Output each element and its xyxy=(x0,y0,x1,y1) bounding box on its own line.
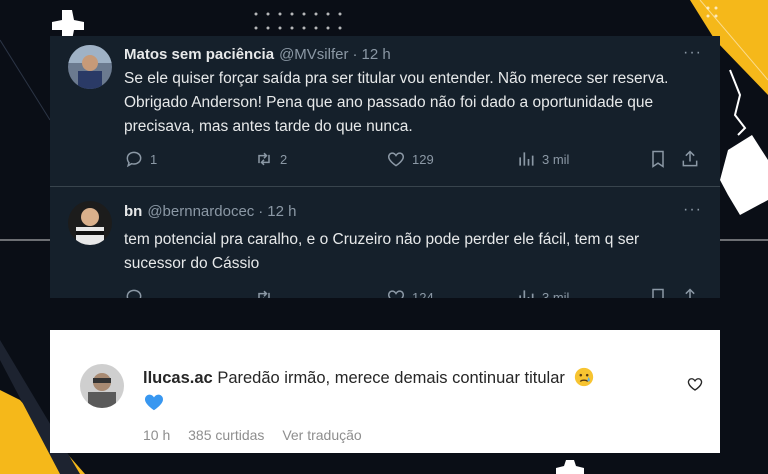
instagram-comment-card: llucas.ac Paredão irmão, merece demais c… xyxy=(50,330,720,453)
retweet-button[interactable]: 2 xyxy=(254,149,287,169)
like-count: 129 xyxy=(412,151,434,167)
plus-decor-right xyxy=(720,135,768,215)
tweet-text: Se ele quiser forçar saída pra ser titul… xyxy=(124,70,669,135)
like-button[interactable]: 129 xyxy=(386,149,434,169)
tweet-actions: 124 3 mil xyxy=(124,287,704,298)
tweets-card: Matos sem paciência @MVsilfer · 12 h ··· Se… xyxy=(50,36,720,298)
comment-text: Paredão irmão, merece demais continuar t… xyxy=(217,369,565,387)
reply-icon xyxy=(126,151,142,168)
heart-icon xyxy=(387,152,405,167)
tweet-header: Matos sem paciência @MVsilfer · 12 h xyxy=(124,45,391,65)
see-translation-link[interactable]: Ver tradução xyxy=(282,427,361,443)
tweet-text: tem potencial pra caralho, e o Cruzeiro … xyxy=(124,231,640,272)
heart-icon xyxy=(387,290,405,298)
display-name[interactable]: bn xyxy=(124,203,142,220)
avatar[interactable] xyxy=(68,201,112,245)
tweet-time[interactable]: 12 h xyxy=(267,203,296,220)
tweet-2[interactable]: bn @bernnardocec · 12 h ··· tem potencial p… xyxy=(50,187,720,298)
bookmark-icon xyxy=(652,288,664,298)
reply-button[interactable] xyxy=(124,287,144,298)
view-count: 3 mil xyxy=(542,151,570,167)
bookmark-button[interactable] xyxy=(648,149,668,169)
more-options-button[interactable]: ··· xyxy=(683,44,702,62)
display-name[interactable]: Matos sem paciência xyxy=(124,46,274,63)
views-icon xyxy=(519,152,534,166)
dots-decor xyxy=(254,6,718,30)
share-button[interactable] xyxy=(680,149,700,169)
tweet-time[interactable]: 12 h xyxy=(361,46,390,63)
user-handle[interactable]: @bernnardocec xyxy=(147,203,254,220)
avatar[interactable] xyxy=(68,45,112,89)
like-count: 124 xyxy=(412,289,434,299)
bookmark-icon xyxy=(652,150,664,168)
comment-likes[interactable]: 385 curtidas xyxy=(188,427,264,443)
sad-face-emoji-icon xyxy=(574,367,593,387)
share-icon xyxy=(685,288,695,298)
blue-heart-emoji-icon xyxy=(144,394,164,411)
views-button[interactable]: 3 mil xyxy=(516,287,569,298)
retweet-icon xyxy=(258,290,270,298)
view-count: 3 mil xyxy=(542,289,570,299)
like-heart-icon[interactable] xyxy=(686,375,704,393)
tweet-1[interactable]: Matos sem paciência @MVsilfer · 12 h ··· Se… xyxy=(50,36,720,187)
retweet-count: 2 xyxy=(280,151,288,167)
share-button[interactable] xyxy=(680,287,700,298)
user-handle[interactable]: @MVsilfer xyxy=(279,46,348,63)
views-icon xyxy=(519,290,534,298)
separator: · xyxy=(258,203,264,220)
plus-decor-bottom xyxy=(556,460,584,474)
share-icon xyxy=(682,150,698,167)
comment-line: llucas.ac Paredão irmão, merece demais c… xyxy=(143,366,595,388)
like-button[interactable]: 124 xyxy=(386,287,434,298)
tweet-actions: 1 2 129 3 mil xyxy=(124,149,704,171)
reply-count: 1 xyxy=(150,151,158,167)
comment-meta: 10 h 385 curtidas Ver tradução xyxy=(143,427,376,443)
comment-username[interactable]: llucas.ac xyxy=(143,369,213,387)
separator: · xyxy=(352,46,358,63)
views-button[interactable]: 3 mil xyxy=(516,149,569,169)
comment-time: 10 h xyxy=(143,427,171,443)
reply-icon xyxy=(126,289,142,298)
retweet-button[interactable] xyxy=(254,287,274,298)
bookmark-button[interactable] xyxy=(648,287,668,298)
more-options-button[interactable]: ··· xyxy=(683,201,702,219)
avatar[interactable] xyxy=(80,364,124,408)
reply-button[interactable]: 1 xyxy=(124,149,157,169)
retweet-icon xyxy=(258,152,270,166)
tweet-header: bn @bernnardocec · 12 h xyxy=(124,202,297,222)
squiggle-decor xyxy=(729,69,747,136)
